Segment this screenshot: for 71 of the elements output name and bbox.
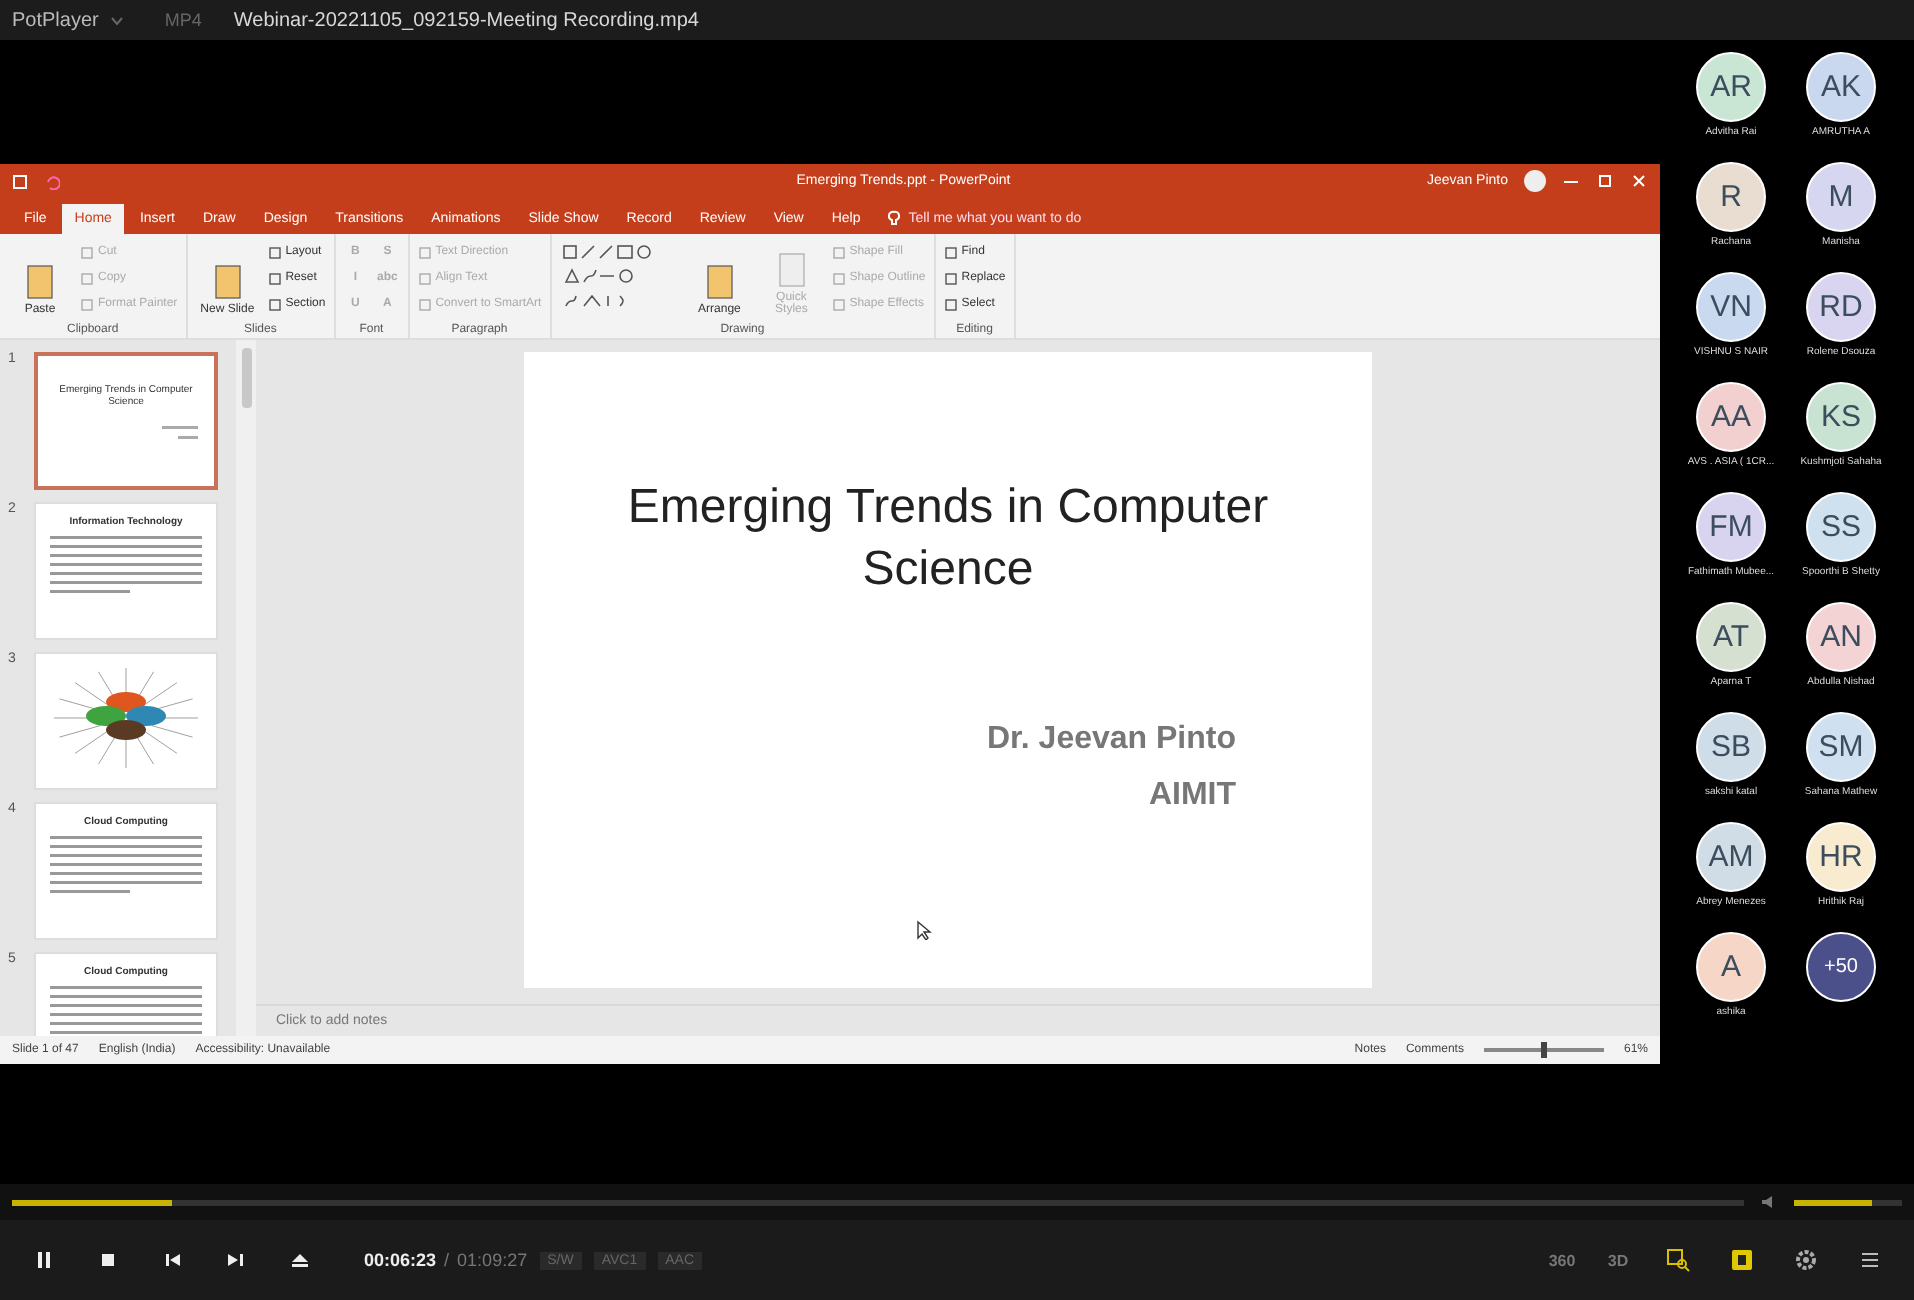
user-avatar[interactable] (1524, 170, 1546, 192)
participant-avatar: AA (1696, 382, 1766, 452)
participant-avatar: AT (1696, 602, 1766, 672)
participant-avatar: RD (1806, 272, 1876, 342)
view-mode-button[interactable]: 3D (1590, 1249, 1646, 1271)
square-icon (417, 245, 432, 259)
eject-icon (288, 1248, 312, 1272)
document-icon (703, 264, 736, 300)
file-title: Webinar-20221105_092159-Meeting Recording.mp4 (233, 9, 699, 31)
participant-avatar: VN (1696, 272, 1766, 342)
elapsed-time: 00:06:23 (364, 1250, 437, 1270)
participant-avatar: SM (1806, 712, 1876, 782)
square-icon (80, 245, 94, 259)
format-label: MP4 (164, 10, 202, 30)
frame-search-icon (1666, 1248, 1690, 1272)
lightbulb-icon[interactable] (888, 210, 901, 226)
square-icon (943, 271, 958, 285)
restore-icon[interactable] (1596, 172, 1614, 190)
document-icon (24, 264, 56, 300)
total-duration: 01:09:27 (457, 1250, 528, 1270)
participant-avatar: AK (1806, 52, 1876, 122)
participant-avatar: SB (1696, 712, 1766, 782)
previous-icon (160, 1248, 184, 1272)
close-icon[interactable] (1630, 172, 1648, 190)
participant-avatar: AN (1806, 602, 1876, 672)
square-icon (267, 297, 282, 311)
slider-thumb[interactable] (1540, 1042, 1547, 1058)
participant-avatar: AR (1696, 52, 1766, 122)
participant-avatar: A (1696, 932, 1766, 1002)
next-icon (224, 1248, 248, 1272)
square-icon (831, 271, 846, 285)
menu-icon (1858, 1248, 1882, 1272)
square-icon (1730, 1248, 1754, 1272)
participant-avatar: FM (1696, 492, 1766, 562)
chevron-down-icon[interactable] (110, 15, 125, 25)
time-separator: / (444, 1250, 450, 1270)
save-icon[interactable] (12, 173, 28, 189)
stop-icon (96, 1248, 120, 1272)
participant-avatar: KS (1806, 382, 1876, 452)
square-icon (267, 271, 282, 285)
document-icon (775, 252, 808, 288)
slide-institution: AIMIT (1146, 775, 1236, 816)
app-name[interactable]: PotPlayer (12, 9, 99, 31)
speaker-icon[interactable] (1760, 1194, 1778, 1210)
square-icon (80, 297, 94, 311)
view-mode-button[interactable]: 360 (1534, 1249, 1590, 1271)
pause-icon (32, 1248, 56, 1272)
participant-avatar: R (1696, 162, 1766, 232)
square-icon (943, 245, 958, 259)
participant-avatar: HR (1806, 822, 1876, 892)
settings-icon (1794, 1248, 1818, 1272)
volume-slider[interactable] (1794, 1199, 1902, 1205)
slide-title: Emerging Trends in Computer Science (625, 478, 1271, 601)
cursor-icon (916, 920, 932, 940)
square-icon (267, 245, 282, 259)
participant-avatar: AM (1696, 822, 1766, 892)
text-lines-drawing (162, 426, 198, 440)
square-icon (417, 297, 432, 311)
slide-thumbnail[interactable] (34, 652, 218, 790)
square-icon (943, 297, 958, 311)
seek-bar[interactable] (12, 1199, 1744, 1205)
document-icon (211, 264, 244, 300)
square-icon (80, 271, 94, 285)
more-participants-badge[interactable]: +50 (1806, 932, 1876, 1002)
participant-avatar: M (1806, 162, 1876, 232)
slide-author: Dr. Jeevan Pinto (987, 720, 1236, 761)
participant-avatar: SS (1806, 492, 1876, 562)
square-icon (831, 245, 846, 259)
scrollbar-thumb[interactable] (241, 348, 251, 408)
square-icon (417, 271, 432, 285)
square-icon (831, 297, 846, 311)
